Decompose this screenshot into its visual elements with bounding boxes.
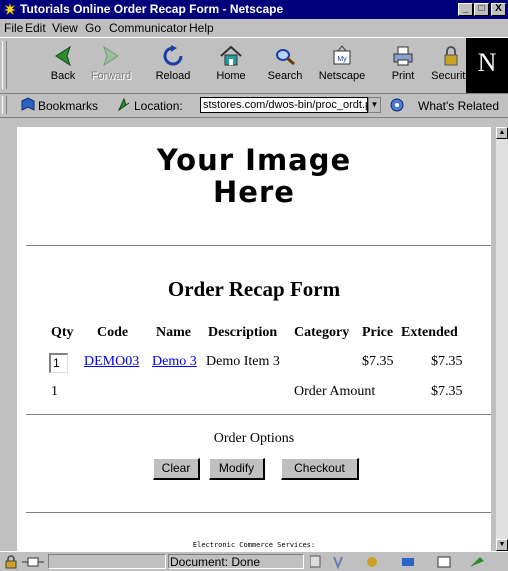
- item-price: $7.35: [362, 354, 394, 369]
- location-label: Location:: [134, 99, 183, 113]
- order-amount-value: $7.35: [431, 384, 463, 399]
- header-price: Price: [362, 325, 394, 340]
- search-label: Search: [267, 70, 303, 82]
- location-toolbar: Bookmarks Location: ststores.com/dwos-bi…: [0, 94, 508, 118]
- print-button[interactable]: Print: [378, 42, 428, 90]
- divider-top: [26, 245, 491, 247]
- security-lock-icon: [444, 46, 458, 66]
- browser-window: Tutorials Online Order Recap Form - Nets…: [0, 0, 508, 571]
- search-icon: [276, 49, 295, 66]
- component-bar-icons[interactable]: [310, 555, 500, 569]
- security-status-icon[interactable]: [3, 555, 19, 569]
- forward-arrow-icon: [103, 45, 119, 67]
- reload-icon: [163, 45, 183, 66]
- header-name: Name: [156, 325, 191, 340]
- back-button[interactable]: Back: [38, 42, 88, 90]
- footer-text: Electronic Commerce Services:: [192, 541, 316, 549]
- forward-button[interactable]: Forward: [86, 42, 136, 90]
- total-qty: 1: [51, 384, 58, 399]
- order-options-label: Order Options: [213, 431, 295, 446]
- forward-label: Forward: [90, 70, 132, 82]
- image-placeholder-line1: Your Image: [156, 143, 352, 177]
- qty-input[interactable]: 1: [49, 353, 68, 373]
- modify-button[interactable]: Modify: [209, 458, 265, 480]
- header-qty: Qty: [51, 325, 74, 340]
- status-bar: Document: Done: [0, 551, 508, 571]
- url-dropdown-button[interactable]: ▼: [368, 97, 381, 113]
- clear-button[interactable]: Clear: [153, 458, 200, 480]
- menu-bar: File Edit View Go Communicator Help: [0, 19, 508, 37]
- maximize-button[interactable]: □: [474, 3, 489, 16]
- connection-icon: [22, 557, 44, 567]
- header-extended: Extended: [401, 325, 458, 340]
- svg-text:My: My: [337, 56, 347, 63]
- scroll-up-arrow[interactable]: ▲: [496, 127, 508, 139]
- whats-related-icon: [390, 98, 404, 112]
- location-grip[interactable]: [2, 96, 7, 114]
- bookmarks-button[interactable]: Bookmarks: [38, 99, 98, 113]
- window-title: Tutorials Online Order Recap Form - Nets…: [20, 2, 284, 16]
- image-placeholder-line2: Here: [213, 175, 295, 209]
- checkout-button[interactable]: Checkout: [281, 458, 359, 480]
- menu-communicator[interactable]: Communicator: [109, 21, 187, 35]
- toolbar-grip[interactable]: [2, 41, 7, 89]
- menu-file[interactable]: File: [4, 21, 23, 35]
- print-label: Print: [391, 70, 415, 82]
- netscape-button[interactable]: My Netscape: [317, 42, 367, 90]
- menu-edit[interactable]: Edit: [25, 21, 46, 35]
- divider-middle: [26, 414, 491, 416]
- netscape-icon: My: [333, 45, 351, 65]
- menu-go[interactable]: Go: [85, 21, 101, 35]
- menu-help[interactable]: Help: [189, 21, 214, 35]
- url-input[interactable]: ststores.com/dwos-bin/proc_ordt.pl: [200, 97, 368, 113]
- scroll-down-arrow[interactable]: ▼: [496, 539, 508, 551]
- title-bar: Tutorials Online Order Recap Form - Nets…: [0, 0, 508, 19]
- whats-related-button[interactable]: What's Related: [418, 99, 499, 113]
- close-button[interactable]: X: [491, 3, 506, 16]
- back-label: Back: [50, 70, 76, 82]
- order-amount-label: Order Amount: [294, 384, 376, 399]
- vertical-scrollbar[interactable]: ▲ ▼: [496, 127, 508, 551]
- print-icon: [393, 46, 413, 66]
- progress-panel: [48, 554, 166, 569]
- home-icon: [220, 45, 242, 66]
- home-label: Home: [216, 70, 246, 82]
- header-code: Code: [97, 325, 129, 340]
- netscape-app-icon: [3, 2, 17, 16]
- item-name-link[interactable]: Demo 3: [152, 354, 197, 370]
- page-content: Your Image Here Order Recap Form Qty Cod…: [17, 127, 491, 551]
- frame-left-margin: [0, 119, 17, 551]
- header-category: Category: [294, 325, 350, 340]
- navigation-toolbar: Back Forward Reload Home Search My Netsc…: [0, 37, 508, 94]
- netscape-logo[interactable]: N: [466, 38, 508, 93]
- reload-button[interactable]: Reload: [148, 42, 198, 90]
- location-icon: [117, 97, 130, 112]
- minimize-button[interactable]: _: [458, 3, 473, 16]
- item-extended: $7.35: [431, 354, 463, 369]
- header-description: Description: [208, 325, 278, 340]
- status-text: Document: Done: [170, 555, 261, 569]
- divider-bottom: [26, 512, 491, 514]
- menu-view[interactable]: View: [52, 21, 78, 35]
- item-code-link[interactable]: DEMO03: [84, 354, 139, 370]
- item-description: Demo Item 3: [206, 354, 280, 369]
- netscape-label: Netscape: [318, 70, 366, 82]
- back-arrow-icon: [55, 45, 71, 67]
- home-button[interactable]: Home: [206, 42, 256, 90]
- form-title: Order Recap Form: [167, 277, 341, 301]
- reload-label: Reload: [155, 70, 191, 82]
- bookmarks-icon: [21, 97, 35, 111]
- search-button[interactable]: Search: [260, 42, 310, 90]
